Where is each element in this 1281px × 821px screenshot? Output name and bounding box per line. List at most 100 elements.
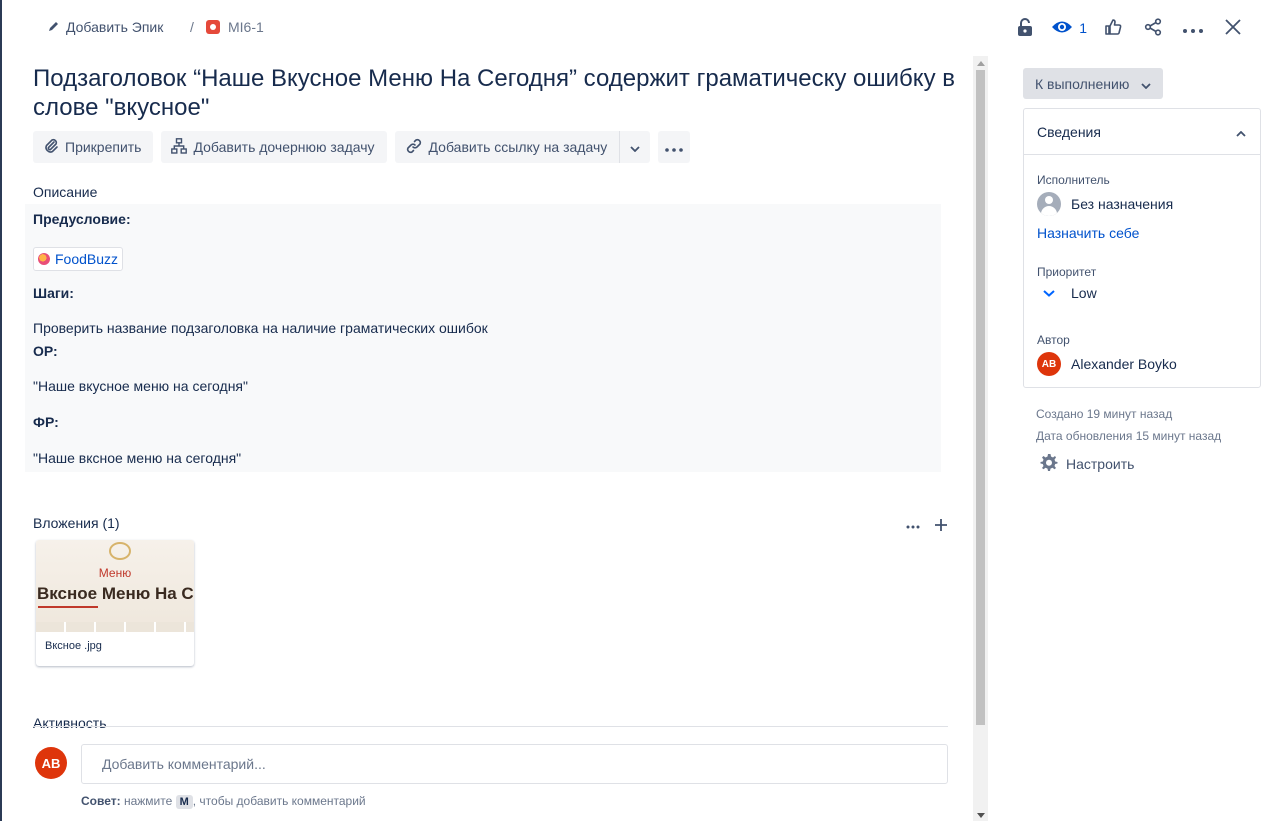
author-field[interactable]: AB Alexander Boyko <box>1037 352 1177 376</box>
configure-label: Настроить <box>1066 455 1135 472</box>
gear-icon <box>1040 453 1058 474</box>
scroll-up-arrow-icon[interactable] <box>977 61 985 66</box>
description-editor[interactable]: Предусловие: FoodBuzz Шаги: Проверить на… <box>25 204 941 472</box>
more-icon <box>665 139 684 155</box>
actual-result-label: ФР: <box>33 414 59 430</box>
configure-button[interactable]: Настроить <box>1040 453 1134 474</box>
attachments-header: Вложения (1) <box>33 515 948 537</box>
comment-tip: Совет: нажмите M, чтобы добавить коммент… <box>81 794 366 809</box>
chevron-down-icon <box>630 139 640 155</box>
issue-key-link[interactable]: MI6-1 <box>206 14 264 40</box>
actual-result-text: "Наше вксное меню на сегодня" <box>33 450 242 466</box>
status-label: К выполнению <box>1035 75 1130 92</box>
avatar: AB <box>35 747 67 779</box>
eye-icon <box>1051 19 1073 38</box>
add-epic-button[interactable]: Добавить Эпик <box>40 14 171 40</box>
more-actions-button[interactable] <box>1173 12 1213 44</box>
details-header[interactable]: Сведения <box>1024 109 1260 155</box>
unassigned-avatar-icon <box>1037 192 1061 216</box>
unlock-icon <box>1017 17 1033 39</box>
activity-label: Активность <box>33 715 107 731</box>
share-button[interactable] <box>1133 12 1173 44</box>
attachment-card[interactable]: Меню Вксное Меню На С Вксное .jpg <box>36 540 194 666</box>
assignee-label: Исполнитель <box>1037 173 1110 187</box>
toolbar-more-button[interactable] <box>658 131 691 163</box>
preview-subtitle: Меню <box>98 566 132 580</box>
link-icon <box>405 137 423 158</box>
scrollbar-thumb[interactable] <box>976 70 985 725</box>
avatar: AB <box>1037 352 1061 376</box>
close-icon <box>1225 18 1241 38</box>
bug-icon <box>206 20 220 34</box>
add-child-task-button[interactable]: Добавить дочернюю задачу <box>161 131 387 163</box>
scroll-down-arrow-icon[interactable] <box>977 813 985 818</box>
watch-count: 1 <box>1079 20 1087 36</box>
assign-to-me-link[interactable]: Назначить себе <box>1037 225 1139 241</box>
more-icon <box>1183 20 1203 36</box>
attachments-more-button[interactable] <box>906 513 920 537</box>
steps-label: Шаги: <box>33 285 74 301</box>
attach-label: Прикрепить <box>65 139 142 155</box>
error-underline <box>38 606 98 608</box>
status-dropdown[interactable]: К выполнению <box>1023 68 1164 99</box>
precondition-label: Предусловие: <box>33 211 131 227</box>
issue-title[interactable]: Подзаголовок “Наше Вкусное Меню На Сегод… <box>33 64 963 122</box>
add-child-task-label: Добавить дочернюю задачу <box>193 139 375 155</box>
hierarchy-icon <box>171 137 188 157</box>
like-button[interactable] <box>1093 12 1133 44</box>
add-epic-label: Добавить Эпик <box>66 19 164 35</box>
expected-result-text: "Наше вкусное меню на сегодня" <box>33 378 248 394</box>
step-text: Проверить название подзаголовка на налич… <box>33 320 488 336</box>
main-scrollbar[interactable] <box>973 56 988 821</box>
comment-input[interactable]: Добавить комментарий... <box>81 744 948 784</box>
attach-button[interactable]: Прикрепить <box>33 131 154 163</box>
preview-heading: Вксное Меню На С <box>37 584 194 603</box>
updated-timestamp: Дата обновления 15 минут назад <box>1036 429 1222 443</box>
foodbuzz-link-text: FoodBuzz <box>55 251 119 267</box>
priority-value: Low <box>1071 285 1097 301</box>
attachment-filename: Вксное .jpg <box>45 640 102 652</box>
issue-actions: 1 <box>1005 12 1253 44</box>
issue-key: MI6-1 <box>228 19 264 35</box>
expected-result-label: ОР: <box>33 343 58 359</box>
close-button[interactable] <box>1213 12 1253 44</box>
pizza-logo-icon <box>109 542 131 560</box>
chevron-up-icon <box>1236 124 1246 140</box>
lock-button[interactable] <box>1005 12 1045 44</box>
tip-text-before: нажмите <box>120 794 176 808</box>
thumbs-up-icon <box>1104 18 1122 39</box>
attachments-actions <box>906 513 948 537</box>
chevron-down-icon <box>1141 76 1151 92</box>
watch-button[interactable]: 1 <box>1045 12 1093 44</box>
attachments-label: Вложения (1) <box>33 515 120 531</box>
tip-text-after: , чтобы добавить комментарий <box>192 794 366 808</box>
preview-menu-row <box>36 622 194 632</box>
description-label: Описание <box>33 184 98 200</box>
link-options-dropdown[interactable] <box>619 131 651 163</box>
add-link-label: Добавить ссылку на задачу <box>428 139 608 155</box>
author-label: Автор <box>1037 333 1070 347</box>
tip-prefix: Совет: <box>81 794 121 808</box>
issue-toolbar: Прикрепить Добавить дочернюю задачу Доба… <box>33 131 691 163</box>
link-task-group: Добавить ссылку на задачу <box>394 131 651 163</box>
activity-divider <box>33 726 948 727</box>
tip-shortcut-key: M <box>175 795 193 809</box>
issue-header: Добавить Эпик / MI6-1 1 <box>0 0 1281 56</box>
issue-main-panel: Подзаголовок “Наше Вкусное Меню На Сегод… <box>0 56 972 821</box>
priority-field[interactable]: Low <box>1037 285 1097 301</box>
details-panel: Сведения Исполнитель Без назначения Назн… <box>1023 108 1261 388</box>
share-icon <box>1144 17 1162 39</box>
priority-label: Приоритет <box>1037 265 1097 279</box>
pencil-icon <box>48 19 60 35</box>
foodbuzz-link-chip[interactable]: FoodBuzz <box>33 247 124 271</box>
assignee-value: Без назначения <box>1071 196 1174 212</box>
breadcrumb-separator: / <box>190 19 194 35</box>
created-timestamp: Создано 19 минут назад <box>1036 407 1173 421</box>
paperclip-icon <box>43 138 59 157</box>
add-link-button[interactable]: Добавить ссылку на задачу <box>394 131 620 163</box>
details-title: Сведения <box>1037 123 1101 140</box>
assignee-field[interactable]: Без назначения <box>1037 192 1173 216</box>
author-name: Alexander Boyko <box>1071 356 1177 372</box>
add-attachment-button[interactable] <box>934 513 948 537</box>
attachment-preview: Меню Вксное Меню На С <box>36 540 194 632</box>
